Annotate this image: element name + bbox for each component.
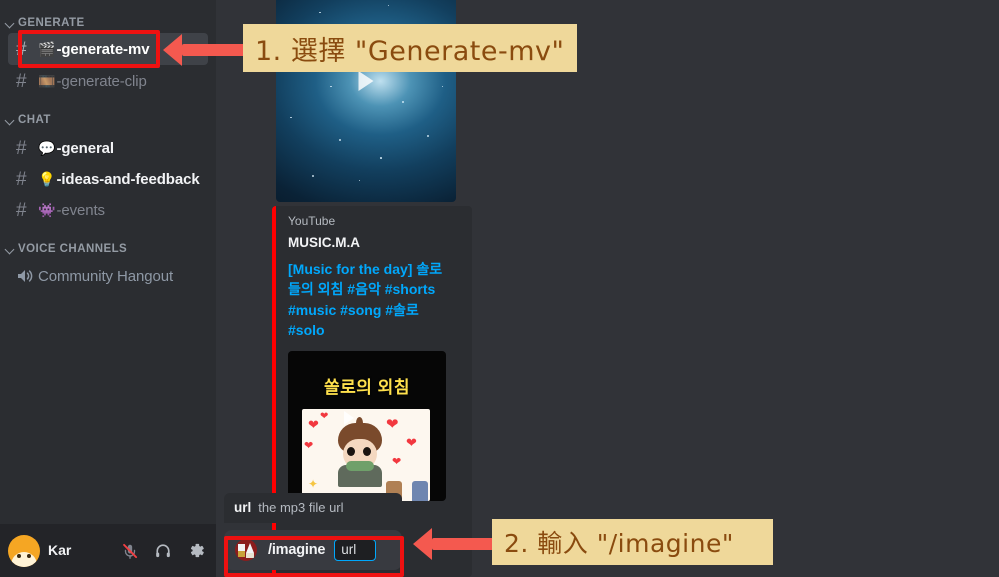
sidebar-item-general[interactable]: # 💬 -general <box>8 132 208 164</box>
command-autocomplete-panel: url the mp3 file url <box>224 493 402 523</box>
annotation-step-2: 2. 輸入 "/imagine" <box>492 519 773 565</box>
speech-balloon-icon: 💬 <box>38 140 56 156</box>
channel-sidebar: GENERATE # 🎬 -generate-mv + # 🎞️ -genera… <box>0 0 216 577</box>
category-label: GENERATE <box>18 17 85 29</box>
discord-window: GENERATE # 🎬 -generate-mv + # 🎞️ -genera… <box>0 0 999 577</box>
param-description: the mp3 file url <box>258 500 344 515</box>
gear-icon[interactable] <box>182 537 210 565</box>
user-controls <box>116 537 210 565</box>
headphones-icon[interactable] <box>149 537 177 565</box>
embed-title-link[interactable]: [Music for the day] 솔로들의 외침 #음악 #shorts … <box>288 259 453 340</box>
channel-name: -events <box>56 201 105 219</box>
chevron-down-icon <box>4 114 16 126</box>
category-label: VOICE CHANNELS <box>18 243 128 255</box>
highlight-box-message-input <box>224 536 404 577</box>
param-key-label: url <box>234 500 252 515</box>
category-label: CHAT <box>18 114 51 126</box>
embed-author: MUSIC.M.A <box>288 235 360 250</box>
hash-icon: # <box>16 70 27 92</box>
embed-thumbnail[interactable]: 쏠로의 외침 ❤ ❤ ❤ ❤ ❤ ❤ ✦ <box>288 351 446 502</box>
hash-icon: # <box>16 168 27 190</box>
channel-name: -ideas-and-feedback <box>56 170 200 188</box>
avatar[interactable] <box>8 534 40 567</box>
category-chat[interactable]: CHAT <box>4 114 51 126</box>
speaker-icon <box>16 268 38 284</box>
thumbnail-title: 쏠로의 외침 <box>324 378 410 398</box>
message-area: YouTube MUSIC.M.A [Music for the day] 솔로… <box>216 0 999 577</box>
hash-icon: # <box>16 199 27 221</box>
annotation-step-1: 1. 選擇 "Generate-mv" <box>243 24 577 72</box>
sidebar-item-events[interactable]: # 👾 -events <box>8 194 208 226</box>
user-panel: Kar <box>0 524 216 577</box>
alien-monster-icon: 👾 <box>38 202 56 218</box>
user-name: Kar <box>48 542 72 559</box>
thumbnail-art: ❤ ❤ ❤ ❤ ❤ ❤ ✦ <box>302 409 430 502</box>
light-bulb-icon: 💡 <box>38 171 56 187</box>
sparkle-icon: ✦ <box>308 477 319 492</box>
play-button-icon[interactable] <box>358 71 374 92</box>
annotation-arrow-1 <box>163 33 245 67</box>
sidebar-item-ideas-and-feedback[interactable]: # 💡 -ideas-and-feedback <box>8 163 208 195</box>
user-info[interactable]: Kar <box>48 543 71 558</box>
channel-name: -generate-clip <box>56 72 147 90</box>
highlight-box-generate-mv <box>18 30 160 68</box>
film-frames-icon: 🎞️ <box>38 73 56 89</box>
hash-icon: # <box>16 137 27 159</box>
category-generate[interactable]: GENERATE <box>4 17 85 29</box>
character-art <box>338 417 382 488</box>
microphone-muted-icon[interactable] <box>116 537 144 565</box>
category-voice-channels[interactable]: VOICE CHANNELS <box>4 243 127 255</box>
embed-provider: YouTube <box>288 214 336 228</box>
channel-name: -general <box>56 139 114 157</box>
sidebar-item-community-hangout[interactable]: Community Hangout <box>8 260 208 292</box>
sidebar-item-generate-clip[interactable]: # 🎞️ -generate-clip <box>8 65 208 97</box>
annotation-arrow-2 <box>413 527 495 561</box>
chevron-down-icon <box>4 17 16 29</box>
thumbnail-play-icon <box>344 411 354 426</box>
voice-channel-name: Community Hangout <box>38 267 174 285</box>
chevron-down-icon <box>4 243 16 255</box>
